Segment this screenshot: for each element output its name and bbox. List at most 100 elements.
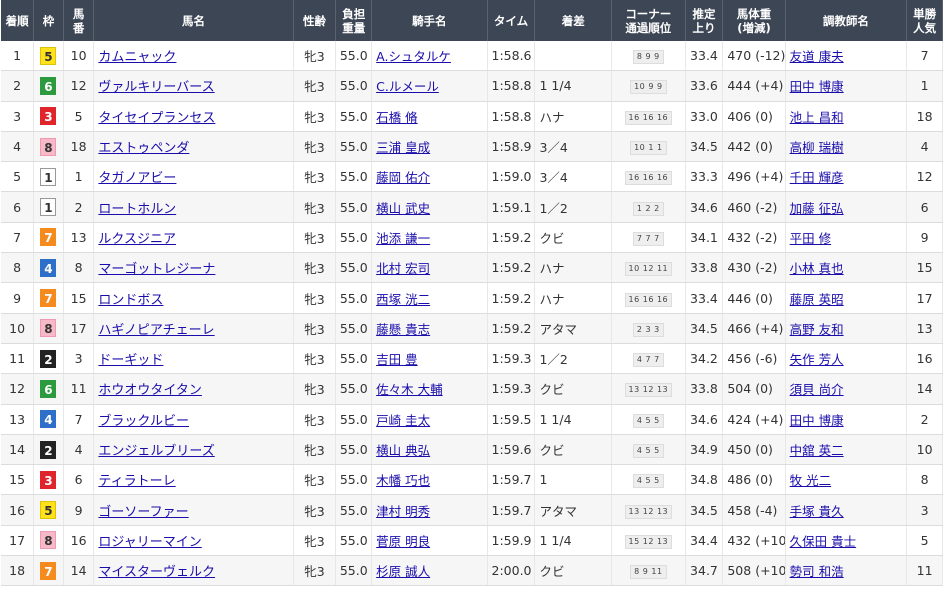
horse-name-link[interactable]: カムニャック	[98, 50, 176, 65]
weight-cell: 55.0	[335, 343, 373, 375]
margin-cell: ハナ	[534, 252, 613, 284]
table-row: 11 2 3 ドーギッド 牝3 55.0 吉田 豊 1:59.3 1／2 4 7 7 34.2 456…	[1, 343, 943, 375]
horse-name-link[interactable]: ロートホルン	[98, 202, 176, 217]
horse-name-link[interactable]: ルクスジニア	[98, 232, 176, 247]
corner-positions: 4 7 7	[632, 353, 664, 368]
time-cell: 1:59.2	[487, 282, 536, 314]
last3f-cell: 33.3	[685, 161, 724, 193]
header-jockey: 騎手名	[371, 0, 488, 41]
trainer-link[interactable]: 小林 真也	[790, 261, 844, 276]
weight-cell: 55.0	[335, 131, 373, 163]
jockey-link[interactable]: 吉田 豊	[376, 352, 417, 367]
jockey-link[interactable]: 杉原 誠人	[376, 564, 430, 579]
jockey-link[interactable]: 藤岡 佑介	[376, 170, 430, 185]
horse-name-link[interactable]: ハギノピアチェーレ	[98, 323, 214, 338]
jockey-link[interactable]: 横山 武史	[376, 201, 430, 216]
odds-rank-cell: 12	[906, 161, 943, 193]
trainer-link[interactable]: 藤原 英昭	[790, 292, 844, 307]
horse-name-link[interactable]: ゴーソーファー	[98, 505, 188, 520]
horse-name-link[interactable]: マイスターヴェルク	[98, 565, 215, 580]
jockey-link[interactable]: 菅原 明良	[376, 534, 430, 549]
margin-cell: 1 1/4	[534, 525, 613, 557]
horse-name-link[interactable]: エンジェルブリーズ	[98, 444, 214, 459]
odds-rank-cell: 2	[906, 404, 943, 435]
trainer-cell: 藤原 英昭	[785, 282, 908, 314]
jockey-link[interactable]: A.シュタルケ	[376, 49, 451, 64]
corner-positions: 15 12 13	[624, 534, 673, 549]
corner-positions: 1 2 2	[632, 201, 664, 216]
margin-cell: クビ	[534, 434, 613, 466]
horse-name-cell: ホウオウタイタン	[93, 373, 294, 405]
jockey-link[interactable]: 佐々木 大輔	[376, 382, 442, 397]
horse-name-link[interactable]: エストゥペンダ	[98, 141, 189, 156]
trainer-link[interactable]: 友道 康夫	[790, 49, 844, 64]
jockey-link[interactable]: 三浦 皇成	[376, 140, 430, 155]
trainer-cell: 中舘 英二	[785, 434, 908, 466]
horse-name-link[interactable]: ヴァルキリーバース	[98, 80, 214, 95]
trainer-cell: 須貝 尚介	[785, 373, 908, 405]
jockey-link[interactable]: C.ルメール	[376, 79, 439, 94]
body-weight-cell: 406 (0)	[722, 101, 786, 132]
weight-cell: 55.0	[335, 464, 373, 496]
horse-name-cell: ゴーソーファー	[93, 494, 294, 526]
sex-age-cell: 牝3	[293, 222, 337, 254]
sex-age-cell: 牝3	[293, 101, 337, 132]
trainer-link[interactable]: 田中 博康	[790, 413, 844, 428]
sex-age-cell: 牝3	[293, 555, 337, 587]
horse-name-link[interactable]: ロジャリーマイン	[98, 535, 201, 550]
jockey-link[interactable]: 津村 明秀	[376, 504, 430, 519]
trainer-link[interactable]: 千田 輝彦	[790, 170, 844, 185]
trainer-cell: 小林 真也	[785, 252, 908, 284]
jockey-link[interactable]: 戸崎 圭太	[376, 413, 430, 428]
header-horse-name: 馬名	[93, 0, 294, 41]
trainer-link[interactable]: 手塚 貴久	[790, 504, 844, 519]
jockey-link[interactable]: 西塚 洸二	[376, 292, 430, 307]
trainer-link[interactable]: 久保田 貴士	[790, 534, 856, 549]
waku-badge: 8	[40, 319, 57, 338]
rank-cell: 6	[1, 191, 35, 223]
jockey-cell: 吉田 豊	[371, 343, 488, 375]
trainer-link[interactable]: 牧 光二	[790, 473, 831, 488]
jockey-link[interactable]: 木幡 巧也	[376, 473, 430, 488]
race-result-table: 着順 枠 馬番 馬名 性齢 負担 重量 騎手名 タイム 着差 コーナー 通過順位 推…	[1, 0, 943, 587]
umaban-cell: 6	[63, 464, 95, 496]
trainer-link[interactable]: 高野 友和	[790, 322, 844, 337]
horse-name-link[interactable]: ブラックルビー	[98, 414, 189, 429]
trainer-link[interactable]: 勢司 和浩	[790, 564, 844, 579]
jockey-cell: 北村 宏司	[371, 252, 488, 284]
umaban-cell: 3	[63, 343, 95, 375]
horse-name-link[interactable]: ティラトーレ	[98, 474, 175, 489]
trainer-cell: 牧 光二	[785, 464, 908, 496]
jockey-link[interactable]: 石橋 脩	[376, 110, 417, 125]
corner-positions: 13 12 13	[624, 504, 673, 519]
umaban-cell: 17	[63, 313, 95, 344]
trainer-link[interactable]: 平田 修	[790, 231, 831, 246]
umaban-cell: 5	[63, 101, 95, 132]
waku-cell: 7	[33, 222, 64, 254]
horse-name-link[interactable]: タイセイプランセス	[98, 111, 215, 126]
table-row: 12 6 11 ホウオウタイタン 牝3 55.0 佐々木 大輔 1:59.3 クビ 13 12 1…	[1, 373, 943, 405]
horse-name-cell: エストゥペンダ	[93, 131, 294, 163]
jockey-link[interactable]: 北村 宏司	[376, 261, 430, 276]
horse-name-link[interactable]: ホウオウタイタン	[98, 383, 201, 398]
horse-name-link[interactable]: ロンドボス	[98, 293, 163, 308]
jockey-link[interactable]: 池添 謙一	[376, 231, 430, 246]
trainer-link[interactable]: 中舘 英二	[790, 443, 844, 458]
trainer-link[interactable]: 須貝 尚介	[790, 382, 844, 397]
jockey-link[interactable]: 横山 典弘	[376, 443, 430, 458]
trainer-link[interactable]: 池上 昌和	[790, 110, 844, 125]
trainer-link[interactable]: 田中 博康	[790, 79, 844, 94]
horse-name-link[interactable]: マーゴットレジーナ	[98, 262, 215, 277]
horse-name-link[interactable]: ドーギッド	[98, 353, 163, 368]
horse-name-link[interactable]: タガノアビー	[98, 171, 176, 186]
waku-cell: 2	[33, 343, 64, 375]
trainer-link[interactable]: 矢作 芳人	[790, 352, 844, 367]
body-weight-cell: 450 (0)	[722, 434, 786, 466]
trainer-link[interactable]: 高柳 瑞樹	[790, 140, 844, 155]
header-rank: 着順	[1, 0, 35, 41]
jockey-cell: 横山 武史	[371, 191, 488, 223]
trainer-link[interactable]: 加藤 征弘	[790, 201, 844, 216]
weight-cell: 55.0	[335, 41, 373, 72]
jockey-link[interactable]: 藤懸 貴志	[376, 322, 430, 337]
jockey-cell: 横山 典弘	[371, 434, 488, 466]
